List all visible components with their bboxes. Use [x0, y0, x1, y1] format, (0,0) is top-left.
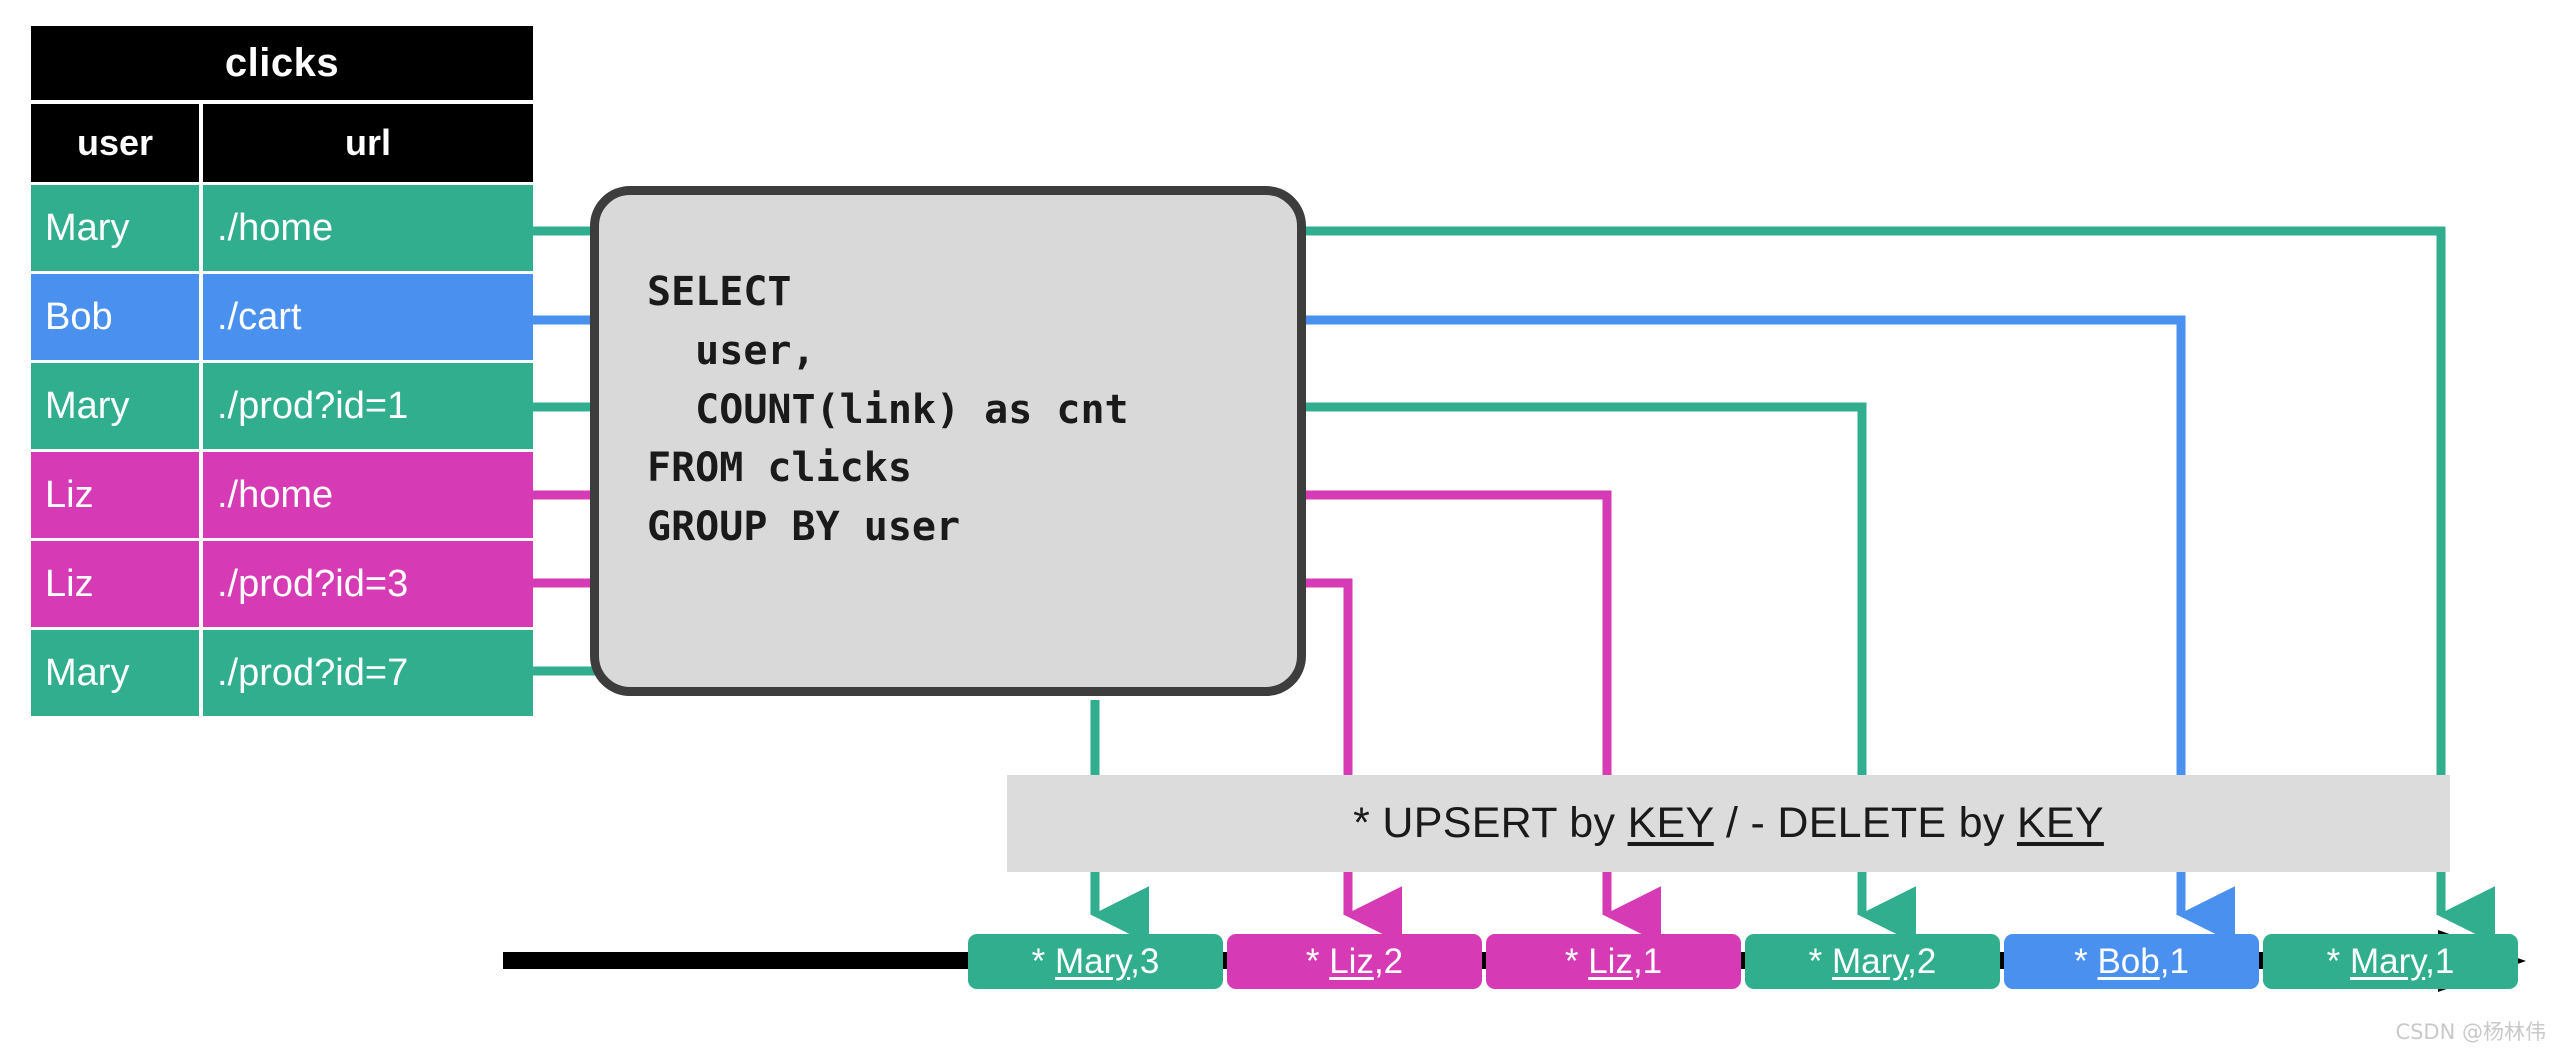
stream-event-label: * Liz,2 [1305, 941, 1404, 981]
delete-key: KEY [2016, 799, 2104, 847]
delete-middle: / - DELETE by [1713, 799, 2017, 847]
diagram-canvas: clicks user url Mary ./home Bob ./cart M… [0, 0, 2560, 1056]
stream-event-label: * Mary,3 [1031, 941, 1160, 981]
sql-query-text: SELECT user, COUNT(link) as cnt FROM cli… [647, 269, 1129, 551]
stream-event: * Bob,1 [2004, 934, 2259, 989]
stream-event: * Mary,3 [968, 934, 1223, 989]
stream-event: * Mary,1 [2263, 934, 2518, 989]
stream-event-label: * Mary,1 [2326, 941, 2455, 981]
stream-event-label: * Liz,1 [1564, 941, 1663, 981]
stream-event-label: * Mary,2 [1808, 941, 1937, 981]
stream-event: * Mary,2 [1745, 934, 2000, 989]
upsert-key: KEY [1627, 799, 1714, 847]
stream-event: * Liz,2 [1227, 934, 1482, 989]
stream-event: * Liz,1 [1486, 934, 1741, 989]
upsert-prefix: * UPSERT by [1353, 799, 1628, 847]
changelog-mode-banner: * UPSERT by KEY / - DELETE by KEY [1007, 775, 2450, 872]
sql-query-box: SELECT user, COUNT(link) as cnt FROM cli… [590, 186, 1306, 696]
stream-event-label: * Bob,1 [2074, 941, 2189, 981]
changelog-mode-label: * UPSERT by KEY / - DELETE by KEY [1353, 799, 2104, 848]
